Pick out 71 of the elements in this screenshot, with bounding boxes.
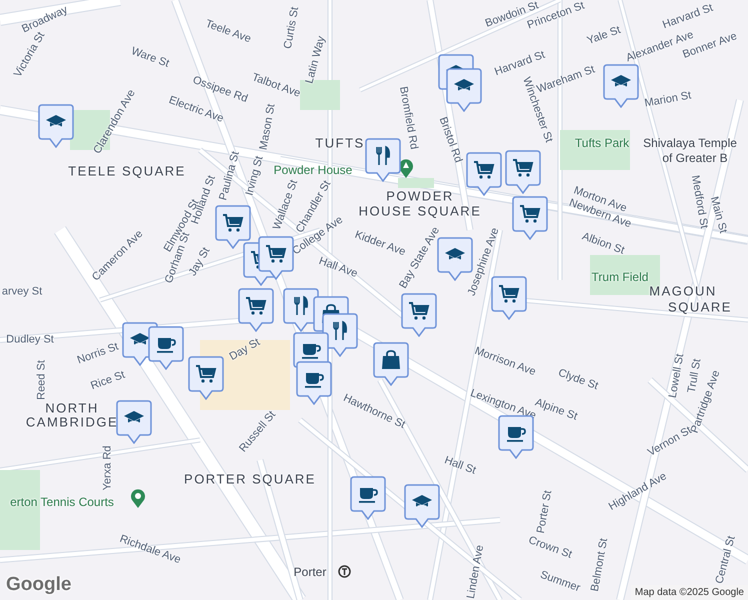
- street-label: Trull St: [686, 358, 704, 394]
- street-label: Curtis St: [282, 6, 302, 50]
- park-pin-icon[interactable]: [130, 488, 146, 508]
- street-label: Kidder Ave: [353, 230, 407, 258]
- street-label: Hall Ave: [317, 256, 359, 280]
- street-label: Ware St: [130, 46, 170, 70]
- area-label: SQUARE: [668, 300, 732, 314]
- street-label: arvey St: [2, 286, 42, 298]
- map-marker[interactable]: [404, 484, 440, 528]
- street-label: Talbot Ave: [250, 72, 302, 100]
- street-label: Yerxa Rd: [102, 446, 114, 490]
- place-label: of Greater B: [662, 152, 728, 164]
- park-label: erton Tennis Courts: [10, 496, 114, 508]
- map-marker[interactable]: [505, 150, 541, 194]
- street-label: Latin Way: [304, 35, 328, 85]
- map-marker[interactable]: [373, 342, 409, 386]
- street-label: Belmont St: [590, 538, 610, 592]
- street-label: Reed St: [36, 360, 48, 400]
- street-label: Linden Ave: [466, 544, 486, 600]
- street-label: Teele Ave: [204, 18, 252, 46]
- street-label: Day St: [228, 336, 262, 364]
- area-label: NORTH: [45, 402, 99, 414]
- street-label: Central St: [714, 534, 738, 586]
- area-label: HOUSE SQUARE: [358, 204, 482, 218]
- map-marker[interactable]: [215, 205, 251, 249]
- map-marker[interactable]: [603, 64, 639, 108]
- street-label: Lowell St: [668, 353, 686, 399]
- area-label: POWDER: [386, 190, 454, 202]
- google-logo: Google: [6, 574, 72, 596]
- street-label: Mason St: [258, 103, 278, 151]
- park-label: Tufts Park: [574, 137, 630, 149]
- street-label: Albion St: [580, 231, 626, 257]
- area-label: TUFTS: [315, 136, 365, 150]
- street-label: Rice St: [89, 370, 127, 392]
- street-label: Clyde St: [556, 368, 600, 392]
- street-label: Yale St: [586, 24, 622, 48]
- map-marker[interactable]: [238, 288, 274, 332]
- place-label: Porter: [294, 566, 326, 578]
- street-label: Crown St: [526, 535, 574, 561]
- area-label: CAMBRIDGE: [26, 416, 118, 428]
- map-marker[interactable]: [512, 196, 548, 240]
- street-label: Paulina St: [218, 150, 242, 202]
- shopping-bag-icon: [379, 348, 403, 372]
- map-marker[interactable]: [258, 236, 294, 280]
- map-marker[interactable]: [38, 104, 74, 148]
- map-marker[interactable]: [188, 356, 224, 400]
- street-label: Bristol Rd: [436, 116, 464, 164]
- park-label: Trum Field: [592, 271, 648, 283]
- street-label: Medford St: [688, 174, 710, 230]
- map-marker[interactable]: [491, 276, 527, 320]
- subway-station-icon: [338, 565, 351, 578]
- park-area: [398, 178, 434, 188]
- place-label: Shivalaya Temple: [643, 137, 737, 149]
- map-marker[interactable]: [401, 293, 437, 337]
- area-label: MAGOUN: [649, 284, 717, 298]
- street-label: Norris St: [76, 342, 120, 366]
- park-area: [560, 130, 630, 170]
- area-label: PORTER SQUARE: [184, 472, 316, 486]
- street-label: Porter St: [536, 490, 554, 534]
- park-label: Powder House: [274, 164, 352, 176]
- map-marker[interactable]: [350, 476, 386, 520]
- street-label: Irving St: [244, 155, 266, 197]
- map-marker[interactable]: [296, 361, 332, 405]
- street-label: Hall St: [442, 455, 478, 477]
- area-label: TEELE SQUARE: [68, 164, 186, 178]
- street-label: Marion St: [644, 90, 692, 110]
- map-marker[interactable]: [116, 400, 152, 444]
- street-label: Bromfield Rd: [397, 86, 419, 150]
- street-label: Main St: [708, 196, 728, 234]
- street-label: Dudley St: [6, 334, 54, 346]
- street-label: Jay St: [188, 246, 212, 278]
